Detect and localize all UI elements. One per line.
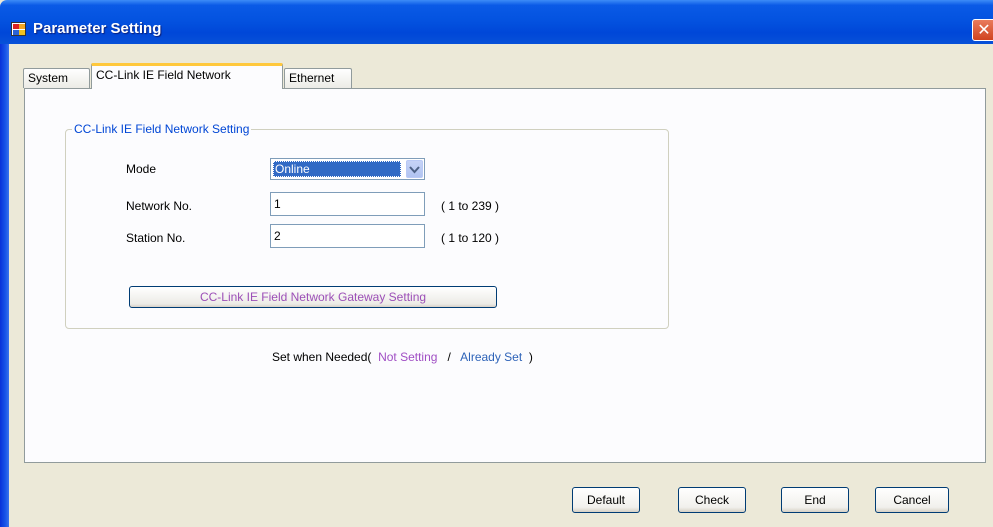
legend-not-setting: Not Setting — [378, 350, 438, 364]
end-button[interactable]: End — [781, 487, 849, 513]
app-window-icon — [11, 22, 26, 36]
network-setting-group: CC-Link IE Field Network Setting Mode On… — [65, 122, 669, 329]
station-no-range: ( 1 to 120 ) — [441, 231, 500, 245]
legend-already-set: Already Set — [460, 350, 523, 364]
mode-label: Mode — [126, 162, 157, 176]
mode-select-value: Online — [273, 161, 401, 177]
station-no-input[interactable]: 2 — [270, 224, 425, 248]
window-frame — [0, 44, 9, 527]
group-title: CC-Link IE Field Network Setting — [72, 122, 252, 136]
legend-separator: / — [447, 350, 451, 364]
setting-status-legend: Set when Needed( Not Setting / Already S… — [272, 350, 533, 364]
client-area: System CC-Link IE Field Network Ethernet… — [9, 44, 993, 527]
window-title: Parameter Setting — [33, 20, 162, 37]
mode-select[interactable]: Online — [270, 158, 425, 180]
title-bar[interactable]: Parameter Setting ✕ — [0, 0, 993, 44]
chevron-down-icon-glyph — [409, 166, 420, 174]
tab-system[interactable]: System — [23, 68, 90, 88]
gateway-setting-button[interactable]: CC-Link IE Field Network Gateway Setting — [129, 286, 497, 308]
default-button[interactable]: Default — [572, 487, 640, 513]
close-icon[interactable]: ✕ — [972, 19, 993, 41]
chevron-down-icon[interactable] — [406, 160, 423, 178]
station-no-label: Station No. — [126, 231, 186, 245]
legend-suffix: ) — [528, 350, 533, 364]
cancel-button[interactable]: Cancel — [875, 487, 949, 513]
parameter-setting-window: Parameter Setting ✕ System CC-Link IE Fi… — [0, 0, 993, 527]
tab-cc-link-ie-field-network[interactable]: CC-Link IE Field Network — [91, 63, 283, 89]
legend-prefix: Set when Needed( — [272, 350, 372, 364]
network-no-range: ( 1 to 239 ) — [441, 199, 500, 213]
tab-panel: CC-Link IE Field Network Setting Mode On… — [24, 88, 986, 463]
network-no-label: Network No. — [126, 199, 193, 213]
check-button[interactable]: Check — [678, 487, 746, 513]
tab-ethernet[interactable]: Ethernet — [284, 68, 352, 88]
network-no-input[interactable]: 1 — [270, 192, 425, 216]
